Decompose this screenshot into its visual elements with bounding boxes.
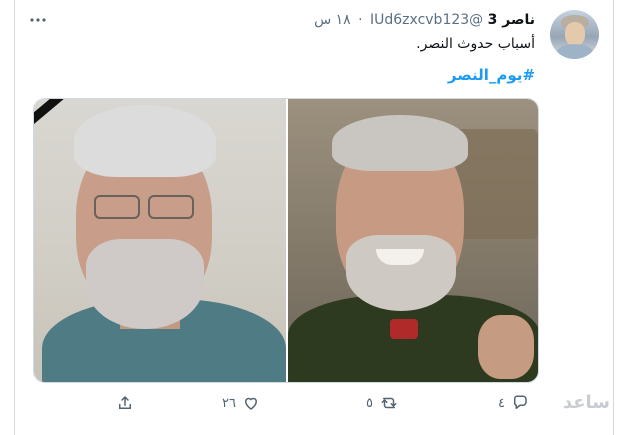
tweet-header: ناصر 3 @IUd6zxcvb123 · ١٨ س xyxy=(314,10,535,30)
separator: · xyxy=(358,12,363,28)
photo-right-badge xyxy=(390,319,418,339)
photo-right[interactable] xyxy=(288,99,538,382)
more-horizontal-icon-svg xyxy=(30,18,46,22)
avatar-body xyxy=(556,44,594,59)
tweet-actions: ٢٦ ٥ ٤ xyxy=(100,394,527,416)
tweet-text: أسباب حدوث النصر. xyxy=(416,36,535,52)
like-button[interactable]: ٢٦ xyxy=(222,394,260,412)
photo-right-hand xyxy=(478,315,534,379)
retweet-icon xyxy=(381,397,397,409)
reply-button[interactable]: ٤ xyxy=(498,394,529,412)
photo-right-beard xyxy=(346,235,456,311)
retweet-button[interactable]: ٥ xyxy=(366,394,399,412)
photo-left-glasses-left xyxy=(94,195,140,219)
reply-icon xyxy=(513,395,527,409)
photo-left[interactable] xyxy=(34,99,286,382)
photo-left-glasses-right xyxy=(148,195,194,219)
hashtag-link[interactable]: #يوم_النصر xyxy=(448,66,535,84)
heart-icon xyxy=(244,397,257,410)
more-horizontal-icon[interactable] xyxy=(30,9,46,27)
photo-right-hair xyxy=(332,115,468,171)
tweet-time[interactable]: ١٨ س xyxy=(314,12,351,28)
display-name[interactable]: ناصر 3 xyxy=(488,12,535,28)
watermark-logo: ساعد xyxy=(562,392,610,413)
retweet-count: ٥ xyxy=(366,395,373,411)
photo-left-beard xyxy=(86,239,204,329)
like-count: ٢٦ xyxy=(222,395,236,411)
avatar-face xyxy=(565,22,585,46)
reply-count: ٤ xyxy=(498,395,505,411)
user-handle[interactable]: @IUd6zxcvb123 xyxy=(370,12,483,28)
share-button[interactable] xyxy=(116,394,134,412)
media-gallery[interactable] xyxy=(33,98,539,383)
photo-left-hair xyxy=(74,105,216,177)
share-icon xyxy=(119,396,131,409)
avatar[interactable] xyxy=(550,10,599,59)
